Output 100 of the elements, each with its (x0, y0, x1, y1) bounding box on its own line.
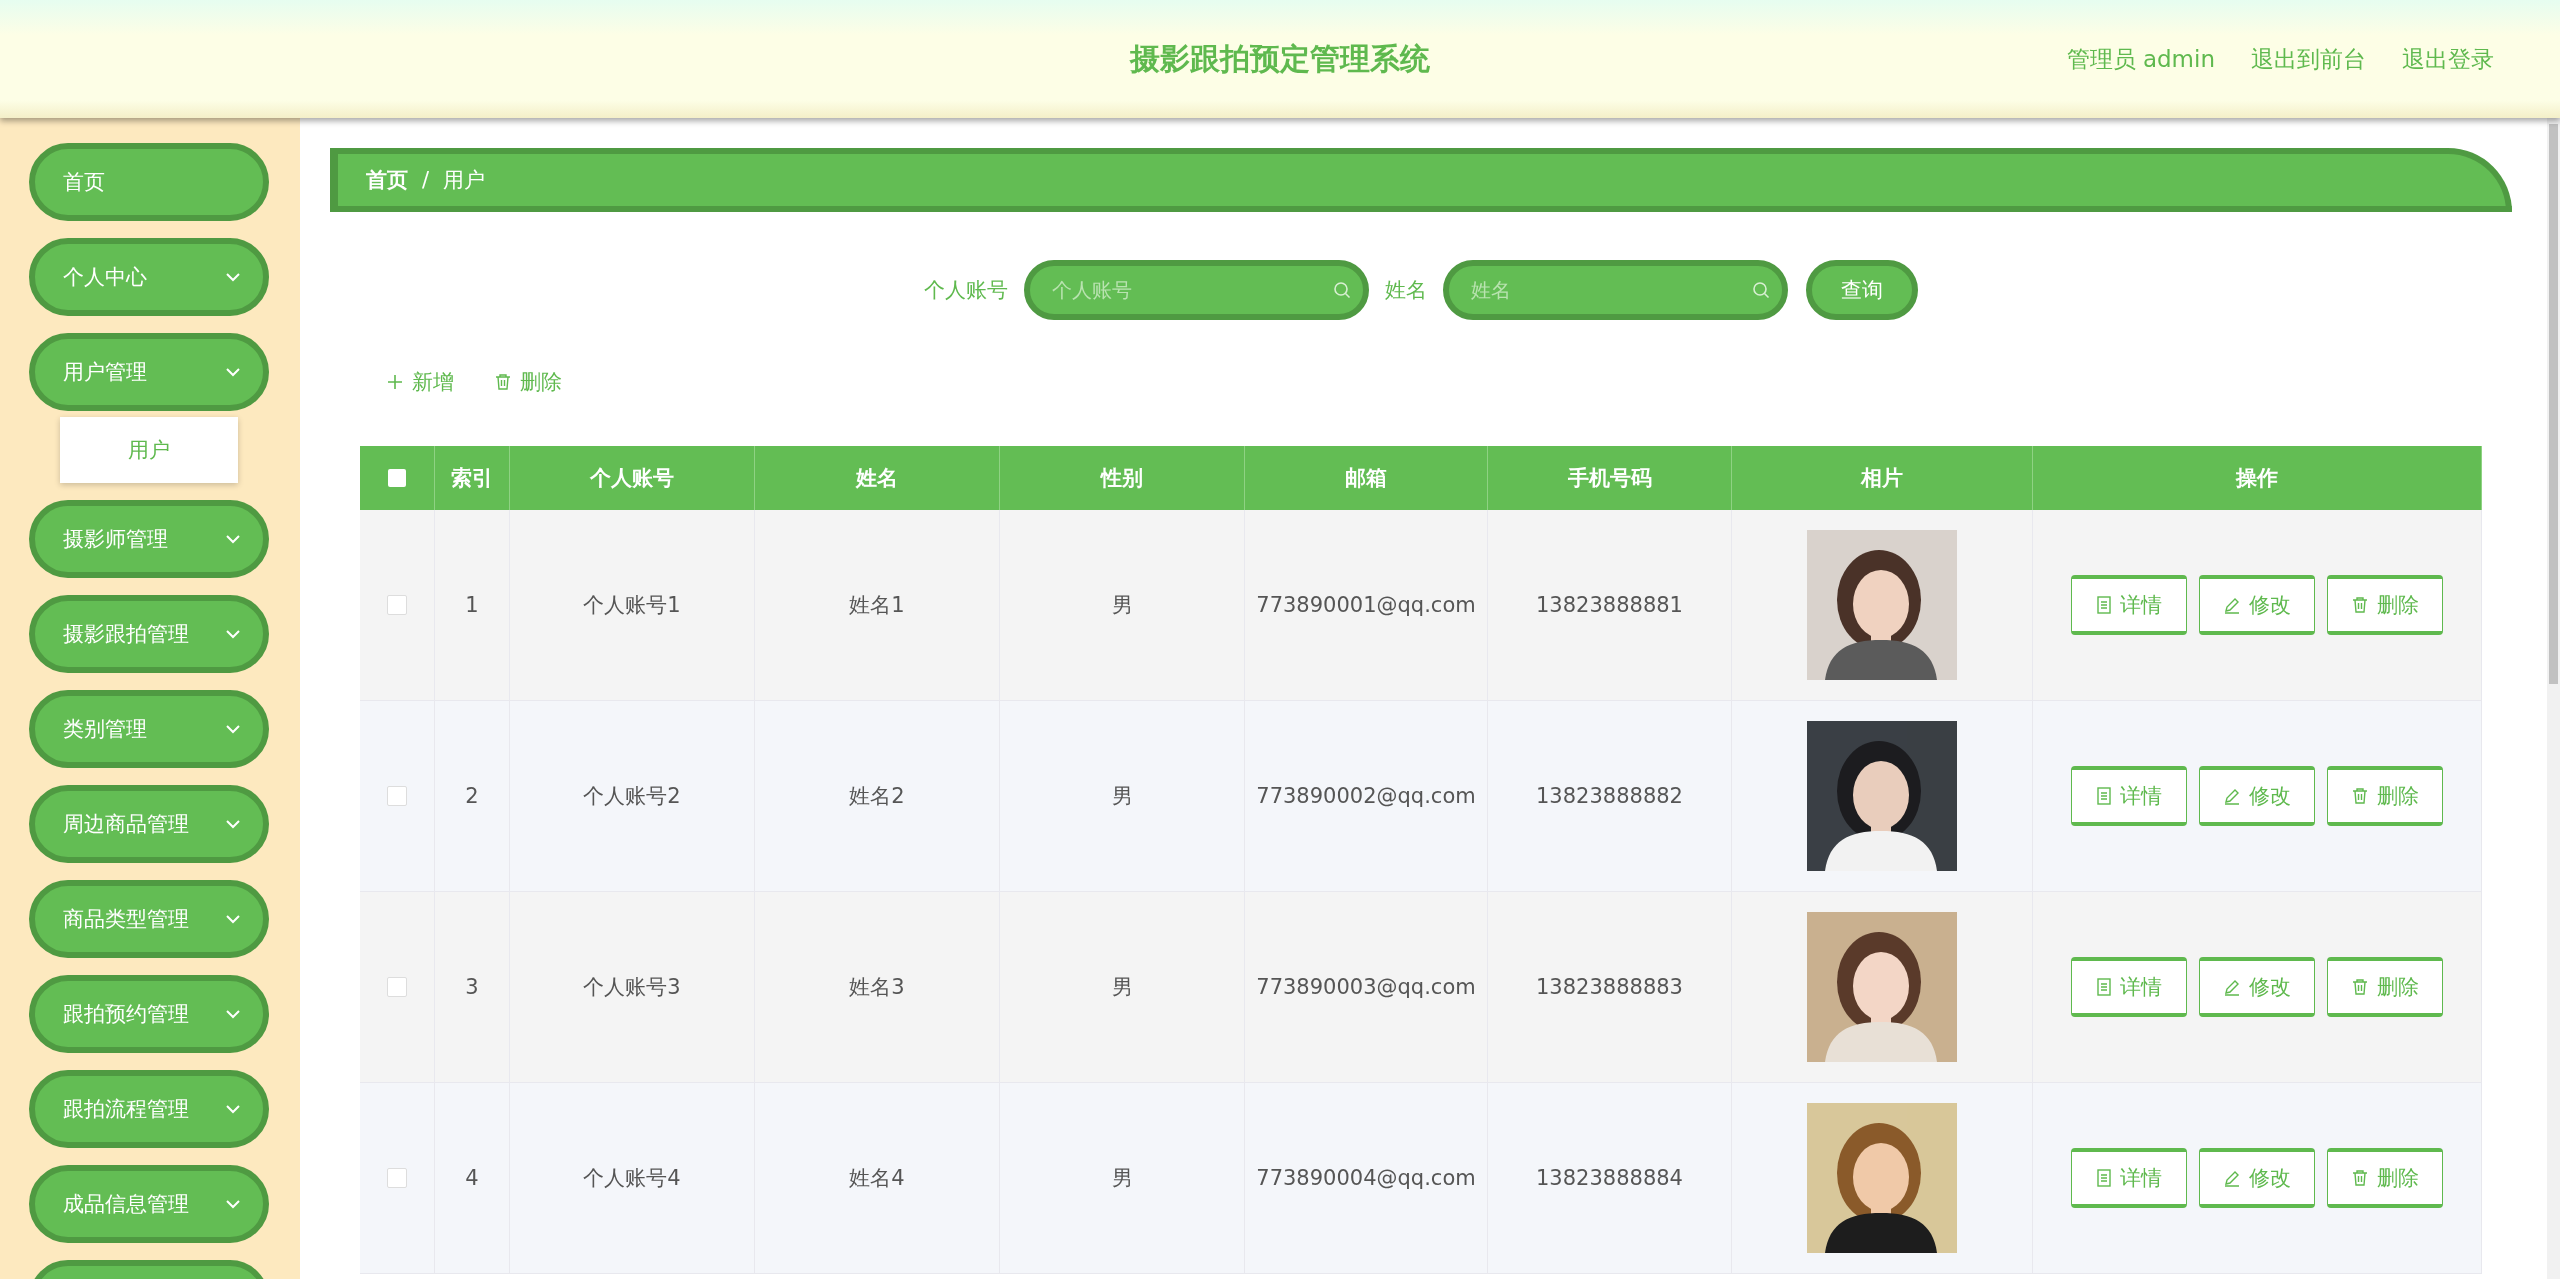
field-label: 姓名 (1385, 277, 1427, 304)
menu-item[interactable]: 跟拍流程管理 (29, 1070, 269, 1148)
delete-button[interactable]: 删除 (2327, 957, 2443, 1017)
table-cell-text: 姓名2 (849, 783, 905, 810)
header-link[interactable]: 退出到前台 (2251, 43, 2366, 75)
column-header: 手机号码 (1567, 465, 1652, 492)
table-cell: 773890001@qq.com (1256, 593, 1476, 617)
edit-button[interactable]: 修改 (2199, 1148, 2315, 1208)
details-button[interactable]: 详情 (2071, 1148, 2187, 1208)
table-cell-text: 个人账号3 (583, 974, 681, 1001)
table-cell: 1 (465, 593, 479, 617)
document-icon (2096, 787, 2112, 805)
delete-button[interactable]: 删除 (2327, 766, 2443, 826)
chevron-down-icon (225, 272, 241, 282)
table-cell: 13823888882 (1536, 784, 1683, 808)
add-button[interactable]: 新增 (386, 368, 454, 396)
trash-icon (494, 373, 512, 391)
document-icon (2096, 596, 2112, 614)
table-cell: 773890002@qq.com (1256, 784, 1476, 808)
delete-button[interactable]: 删除 (494, 368, 562, 396)
table-cell-text: 姓名3 (849, 974, 905, 1001)
chevron-down-icon (225, 914, 241, 924)
breadcrumb-separator: / (422, 168, 430, 192)
search-field[interactable]: 姓名 (1443, 260, 1788, 320)
table-cell-text: 姓名1 (849, 592, 905, 619)
column-header: 姓名 (856, 465, 898, 492)
details-button[interactable]: 详情 (2071, 957, 2187, 1017)
header-link[interactable]: 退出登录 (2402, 43, 2494, 75)
trash-icon (2351, 596, 2369, 614)
chevron-down-icon (225, 724, 241, 734)
column-header: 索引 (451, 465, 493, 492)
column-header: 操作 (2236, 465, 2278, 492)
table-cell: 773890004@qq.com (1256, 1166, 1476, 1190)
scrollbar[interactable] (2547, 118, 2560, 1279)
header-link[interactable]: 管理员 admin (2066, 43, 2215, 75)
menu-item[interactable]: 跟拍预约管理 (29, 975, 269, 1053)
column-header: 相片 (1861, 465, 1903, 492)
select-all-checkbox[interactable] (388, 469, 406, 487)
column-header: 性别 (1101, 465, 1143, 492)
row-checkbox[interactable] (387, 977, 407, 997)
chevron-down-icon (225, 1009, 241, 1019)
trash-icon (2351, 1169, 2369, 1187)
table-cell: 13823888883 (1536, 975, 1683, 999)
table-cell: 3 (465, 975, 479, 999)
edit-button[interactable]: 修改 (2199, 766, 2315, 826)
pencil-icon (2223, 787, 2241, 805)
plus-icon (386, 373, 404, 391)
menu-item[interactable]: 周边商品管理 (29, 785, 269, 863)
chevron-down-icon (225, 1199, 241, 1209)
chevron-down-icon (225, 629, 241, 639)
table-cell: 2 (465, 784, 479, 808)
menu-item[interactable]: 摄影师管理 (29, 500, 269, 578)
field-label: 个人账号 (924, 277, 1008, 304)
trash-icon (2351, 787, 2369, 805)
table-cell-text: 男 (1111, 974, 1133, 1001)
row-checkbox[interactable] (387, 786, 407, 806)
pencil-icon (2223, 978, 2241, 996)
chevron-down-icon (225, 819, 241, 829)
table-cell-text: 个人账号1 (583, 592, 681, 619)
menu-item[interactable]: 类别管理 (29, 690, 269, 768)
query-button[interactable]: 查询 (1806, 260, 1918, 320)
chevron-down-icon (225, 1104, 241, 1114)
document-icon (2096, 1169, 2112, 1187)
menu-item[interactable]: 成品信息管理 (29, 1165, 269, 1243)
chevron-down-icon (225, 367, 241, 377)
column-header: 邮箱 (1345, 465, 1387, 492)
breadcrumb-link[interactable]: 首页 (366, 166, 408, 194)
table-cell-text: 个人账号2 (583, 783, 681, 810)
edit-button[interactable]: 修改 (2199, 957, 2315, 1017)
breadcrumb-link[interactable]: 用户 (443, 166, 486, 194)
menu-item[interactable]: 首页 (29, 143, 269, 221)
delete-button[interactable]: 删除 (2327, 1148, 2443, 1208)
submenu-item[interactable]: 用户 (60, 417, 238, 483)
edit-button[interactable]: 修改 (2199, 575, 2315, 635)
search-field[interactable]: 个人账号 (1024, 260, 1369, 320)
table-cell-text: 男 (1111, 783, 1133, 810)
menu-item[interactable]: 摄影跟拍管理 (29, 595, 269, 673)
table-cell-text: 姓名4 (849, 1165, 905, 1192)
details-button[interactable]: 详情 (2071, 575, 2187, 635)
table-cell: 773890003@qq.com (1256, 975, 1476, 999)
menu-item[interactable]: 用户管理 (29, 333, 269, 411)
row-checkbox[interactable] (387, 595, 407, 615)
delete-button[interactable]: 删除 (2327, 575, 2443, 635)
document-icon (2096, 978, 2112, 996)
table-cell-text: 个人账号4 (583, 1165, 681, 1192)
search-icon (1333, 281, 1351, 299)
search-icon (1752, 281, 1770, 299)
menu-item[interactable]: 个人中心 (29, 238, 269, 316)
table-cell: 13823888881 (1536, 593, 1683, 617)
menu-item[interactable]: 商品类型管理 (29, 880, 269, 958)
details-button[interactable]: 详情 (2071, 766, 2187, 826)
table-cell-text: 男 (1111, 1165, 1133, 1192)
chevron-down-icon (225, 534, 241, 544)
table-cell-text: 男 (1111, 592, 1133, 619)
pencil-icon (2223, 596, 2241, 614)
pencil-icon (2223, 1169, 2241, 1187)
row-checkbox[interactable] (387, 1168, 407, 1188)
trash-icon (2351, 978, 2369, 996)
table-cell: 13823888884 (1536, 1166, 1683, 1190)
column-header: 个人账号 (590, 465, 674, 492)
